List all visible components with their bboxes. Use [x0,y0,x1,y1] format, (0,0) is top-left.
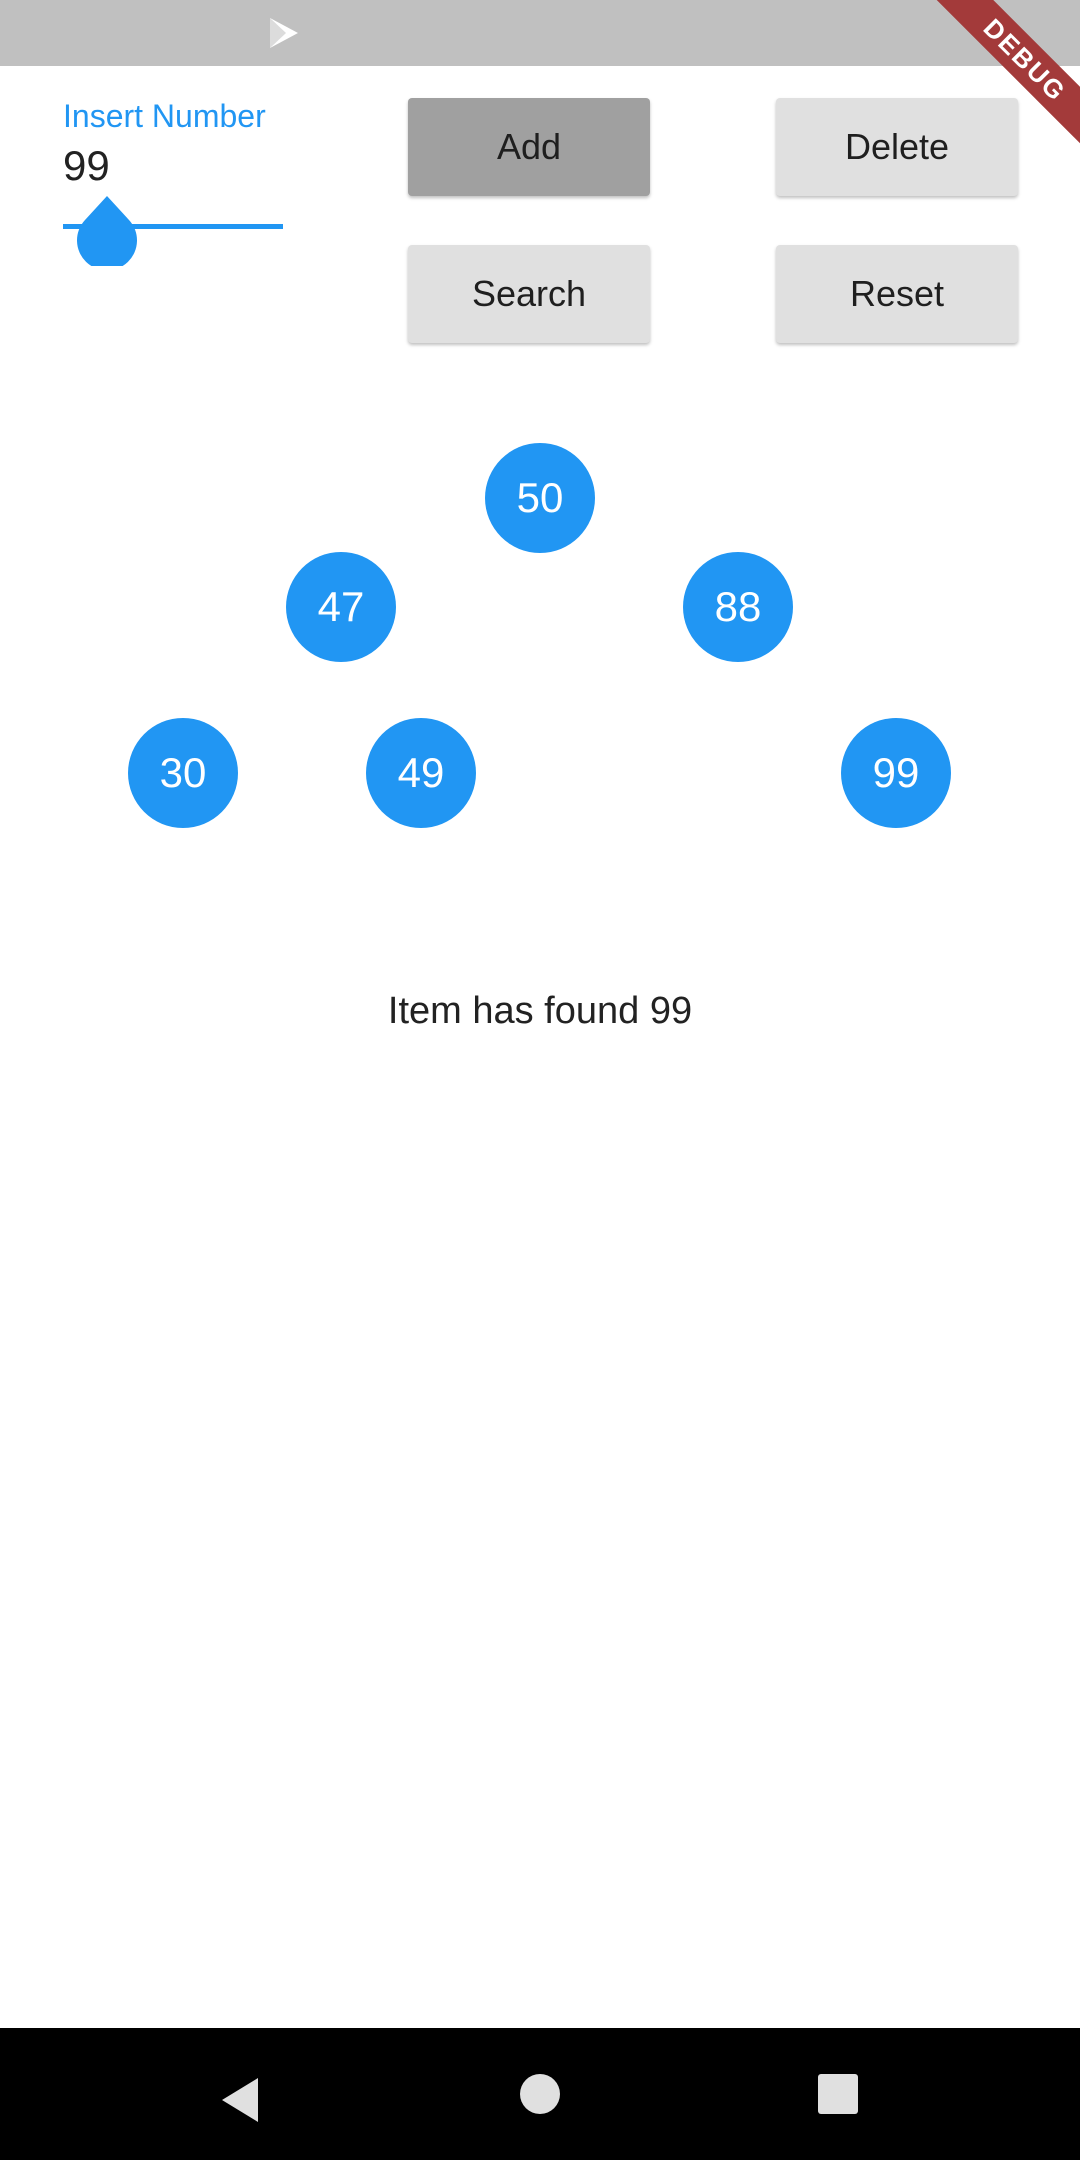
number-slider[interactable] [63,176,283,276]
insert-number-label: Insert Number [63,98,266,134]
search-result-text: Item has found 99 [387,990,693,1032]
tree-node: 47 [286,552,396,662]
status-bar [0,0,1080,66]
search-button[interactable]: Search [408,245,650,343]
delete-button[interactable]: Delete [776,98,1018,196]
reset-button[interactable]: Reset [776,245,1018,343]
slider-thumb[interactable] [77,194,137,266]
add-button[interactable]: Add [408,98,650,196]
home-icon[interactable] [520,2074,560,2114]
tree-node: 88 [683,552,793,662]
play-store-icon [270,18,298,48]
tree-node: 30 [128,718,238,828]
back-icon[interactable] [218,2076,262,2124]
tree-node: 49 [366,718,476,828]
recent-apps-icon[interactable] [818,2074,858,2114]
tree-node: 50 [485,443,595,553]
navigation-bar [0,2028,1080,2160]
tree-node: 99 [841,718,951,828]
